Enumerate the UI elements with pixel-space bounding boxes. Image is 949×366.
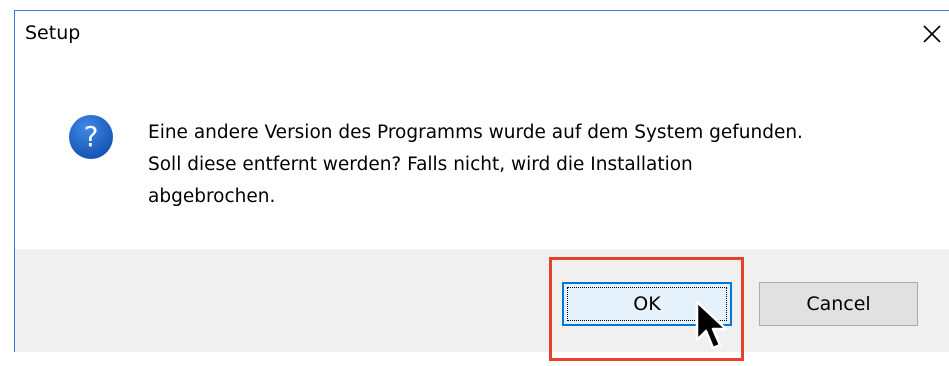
close-button[interactable] — [915, 15, 949, 49]
setup-dialog: Setup ? Eine andere Version des Programm… — [14, 10, 949, 352]
message-line: abgebrochen. — [148, 186, 276, 207]
question-glyph: ? — [84, 120, 99, 153]
button-bar: OK Cancel — [15, 249, 949, 352]
cancel-button-label: Cancel — [806, 293, 871, 315]
ok-button[interactable]: OK — [562, 282, 732, 326]
screenshot-stage: Setup ? Eine andere Version des Programm… — [0, 0, 949, 366]
message-line: Soll diese entfernt werden? Falls nicht,… — [148, 154, 693, 175]
message-text: Eine andere Version des Programms wurde … — [148, 117, 928, 213]
message-line: Eine andere Version des Programms wurde … — [148, 122, 803, 143]
question-icon: ? — [69, 115, 113, 159]
close-icon — [923, 25, 941, 43]
focus-ring — [567, 287, 727, 321]
title-bar[interactable]: Setup — [15, 11, 949, 59]
cancel-button[interactable]: Cancel — [759, 282, 918, 326]
window-title: Setup — [25, 22, 81, 44]
message-area: ? Eine andere Version des Programms wurd… — [15, 59, 949, 249]
